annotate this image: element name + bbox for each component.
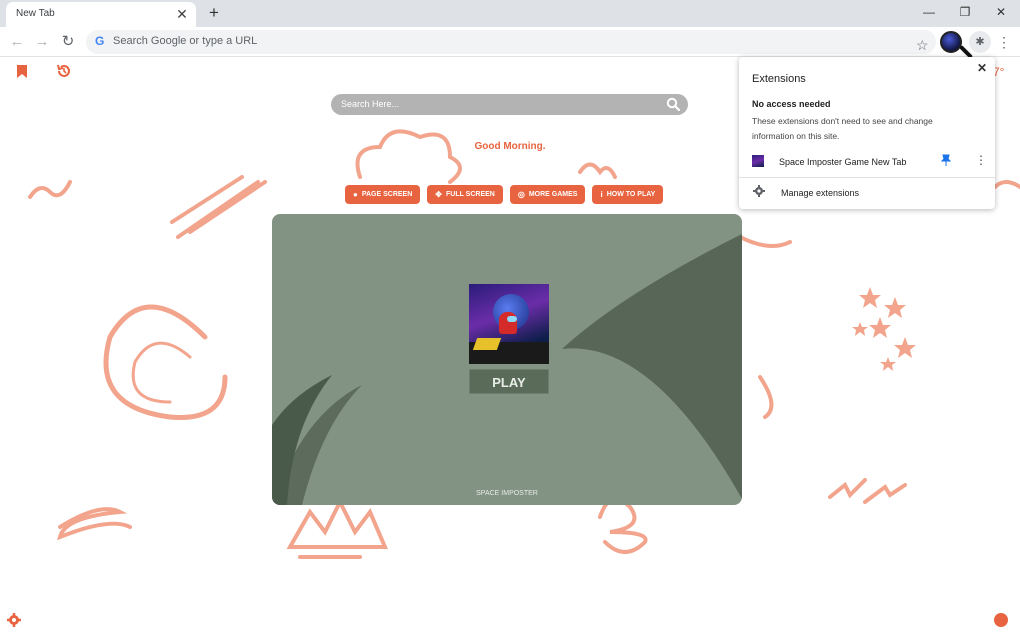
more-games-button[interactable]: ◎ MORE GAMES — [509, 185, 586, 204]
game-frame[interactable]: PLAY SPACE IMPOSTER — [272, 214, 742, 505]
extension-icon — [752, 155, 764, 167]
no-access-description: These extensions don't need to see and c… — [752, 116, 933, 141]
settings-gear-icon[interactable] — [7, 613, 21, 627]
popup-divider — [739, 177, 995, 178]
back-icon[interactable]: ← — [7, 32, 27, 52]
extensions-popup: Extensions ✕ No access needed These exte… — [739, 57, 995, 209]
play-button[interactable]: PLAY — [469, 369, 549, 394]
bookmark-icon[interactable] — [16, 64, 28, 79]
extension-more-icon[interactable]: ⋮ — [975, 153, 987, 167]
tab-new-tab[interactable]: New Tab ✕ — [6, 2, 196, 27]
google-icon: G — [95, 34, 105, 48]
address-placeholder: Search Google or type a URL — [113, 35, 258, 47]
browser-menu-icon[interactable]: ⋮ — [997, 32, 1011, 52]
apps-grid-icon[interactable] — [994, 613, 1008, 627]
page-screen-button[interactable]: ● PAGE SCREEN — [345, 185, 421, 204]
gamepad-icon: ◎ — [517, 190, 525, 199]
game-action-buttons: ● PAGE SCREEN ✥ FULL SCREEN ◎ MORE GAMES… — [345, 185, 664, 204]
search-icon[interactable] — [666, 97, 680, 111]
move-icon: ✥ — [435, 190, 442, 199]
tab-strip: New Tab ✕ + — ❐ ✕ — [0, 0, 1020, 27]
reload-icon[interactable]: ↻ — [58, 32, 78, 52]
restore-icon[interactable]: ❐ — [950, 3, 980, 21]
forward-icon[interactable]: → — [32, 32, 52, 52]
history-icon[interactable] — [56, 63, 72, 79]
new-tab-button[interactable]: + — [204, 2, 224, 24]
bookmark-star-icon[interactable]: ☆ — [916, 33, 929, 57]
game-thumbnail[interactable] — [469, 284, 549, 364]
tab-close-icon[interactable]: ✕ — [174, 5, 190, 23]
minimize-icon[interactable]: — — [914, 3, 944, 21]
extensions-puzzle-icon[interactable]: ✱ — [969, 31, 991, 53]
address-bar[interactable]: G Search Google or type a URL ☆ — [86, 30, 936, 54]
full-screen-button[interactable]: ✥ FULL SCREEN — [427, 185, 503, 204]
game-title: SPACE IMPOSTER — [476, 490, 538, 497]
browser-toolbar: ← → ↻ G Search Google or type a URL ☆ ✱ … — [0, 27, 1020, 57]
popup-close-icon[interactable]: ✕ — [975, 61, 989, 75]
manage-gear-icon — [753, 185, 765, 197]
how-to-play-button[interactable]: i HOW TO PLAY — [592, 185, 664, 204]
pin-icon[interactable] — [941, 154, 951, 166]
extension-name[interactable]: Space Imposter Game New Tab — [779, 157, 906, 167]
info-icon: i — [600, 190, 603, 199]
space-imposter-extension-icon[interactable] — [940, 31, 962, 53]
page-search-input[interactable]: Search Here... — [331, 94, 688, 115]
extensions-popup-title: Extensions — [752, 73, 806, 85]
no-access-heading: No access needed — [752, 99, 831, 109]
tab-title: New Tab — [16, 8, 55, 19]
search-placeholder: Search Here... — [341, 99, 400, 109]
window-close-icon[interactable]: ✕ — [986, 3, 1016, 21]
manage-extensions-link[interactable]: Manage extensions — [781, 188, 859, 198]
bulb-icon: ● — [353, 190, 358, 199]
browser-window: New Tab ✕ + — ❐ ✕ ← → ↻ G Search Google … — [0, 0, 1020, 638]
